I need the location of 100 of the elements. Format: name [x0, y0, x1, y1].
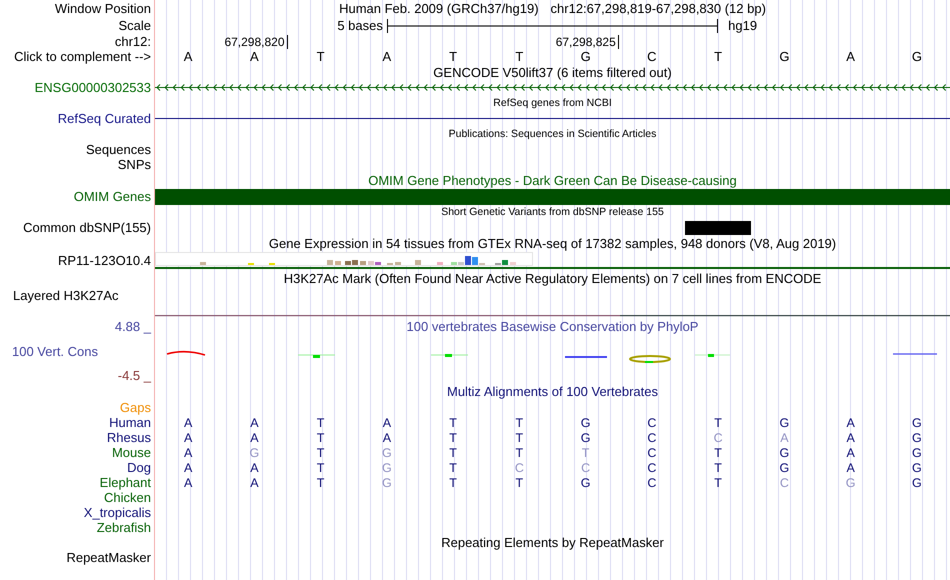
alignment-base: G [780, 460, 790, 474]
alignment-base: T [516, 416, 524, 430]
alignment-base: C [647, 476, 656, 490]
track-title: Gene Expression in 54 tissues from GTEx RNA-seq of 17382 samples, 948 donors (V8, Aug 2019) [268, 237, 836, 251]
alignment-base: T [516, 476, 524, 490]
axis-min-label: -4.5 _ [118, 369, 151, 383]
gene-strand-drawing[interactable] [155, 84, 950, 91]
track-title: OMIM Gene Phenotypes - Dark Green Can Be Disease-causing [368, 174, 737, 188]
track-label[interactable]: RefSeq Curated [58, 112, 151, 126]
track-label[interactable]: Layered H3K27Ac [13, 289, 119, 303]
track-title: 100 vertebrates Basewise Conservation by PhyloP [406, 320, 698, 334]
alignment-base: A [184, 476, 192, 490]
alignment-base: G [780, 416, 790, 430]
alignment-base: T [714, 446, 722, 460]
track-label[interactable]: SNPs [118, 158, 151, 172]
base-letter: A [846, 50, 855, 64]
axis-max-label: 4.88 _ [114, 320, 151, 334]
track-label[interactable]: ENSG00000302533 [34, 80, 151, 94]
alignment-base: T [316, 476, 324, 490]
alignment-base: C [581, 460, 590, 474]
species-label[interactable]: Zebrafish [96, 520, 151, 534]
alignment-base: A [250, 476, 259, 490]
alignment-base: A [184, 416, 192, 430]
alignment-base: G [846, 476, 856, 490]
base-letter: A [184, 50, 192, 64]
track-label[interactable]: RP11-123O10.4 [58, 254, 151, 268]
alignment-base: G [912, 460, 922, 474]
base-letter: C [647, 50, 657, 64]
species-label[interactable]: Mouse [112, 446, 151, 460]
alignment-base: C [647, 430, 656, 444]
ruler-tick-label: 67,298,825 [556, 34, 619, 48]
alignment-base: A [250, 460, 259, 474]
alignment-base: A [250, 430, 259, 444]
species-label[interactable]: Chicken [104, 490, 151, 504]
alignment-base: G [382, 460, 392, 474]
row-label: Scale [118, 18, 151, 32]
base-letter: G [580, 50, 591, 64]
base-letter: G [779, 50, 790, 64]
alignment-base: G [580, 476, 590, 490]
scale-assembly: hg19 [727, 18, 758, 32]
alignment-base: A [846, 460, 855, 474]
track-label[interactable]: RepeatMasker [66, 550, 151, 564]
alignment-base: T [316, 430, 324, 444]
alignment-base: T [449, 416, 457, 430]
species-label[interactable]: Elephant [100, 476, 151, 490]
alignment-base: G [580, 430, 590, 444]
track-title: Publications: Sequences in Scientific Articles [448, 127, 656, 141]
alignment-base: A [382, 416, 392, 430]
base-letter: T [515, 50, 524, 64]
alignment-base: T [582, 446, 590, 460]
alignment-base: T [714, 476, 722, 490]
scale-size: 5 bases [337, 18, 384, 32]
assembly-name: Human Feb. 2009 (GRCh37/hg19) [339, 2, 539, 16]
alignment-base: A [846, 446, 855, 460]
alignment-base: T [316, 446, 324, 460]
omim-gene-bar[interactable] [155, 189, 950, 205]
alignment-base: T [449, 430, 457, 444]
track-label[interactable]: Common dbSNP(155) [23, 221, 151, 235]
alignment-base: A [382, 430, 392, 444]
species-label[interactable]: Rhesus [106, 430, 151, 444]
alignment-base: G [580, 416, 590, 430]
position-text: chr12:67,298,819-67,298,830 (12 bp) [550, 2, 766, 16]
base-letter: A [250, 50, 259, 64]
row-label: Window Position [54, 2, 151, 16]
alignment-base: T [449, 446, 457, 460]
species-label[interactable]: X_tropicalis [84, 506, 151, 520]
alignment-base: T [714, 460, 722, 474]
alignment-base: C [514, 460, 524, 474]
alignment-base: C [647, 446, 656, 460]
complement-toggle[interactable]: Click to complement --> [14, 50, 151, 64]
snp-feature[interactable] [685, 221, 752, 235]
alignment-base: G [912, 416, 922, 430]
species-label[interactable]: Dog [127, 460, 151, 474]
gene-line[interactable] [155, 118, 950, 119]
alignment-base: T [449, 460, 457, 474]
alignment-base: G [250, 446, 260, 460]
base-letter: G [912, 50, 922, 64]
track-title: GENCODE V50lift37 (6 items filtered out) [433, 66, 672, 80]
alignment-base: G [912, 446, 922, 460]
species-label[interactable]: Human [109, 416, 151, 430]
alignment-base: G [382, 446, 392, 460]
alignment-base: C [647, 460, 656, 474]
alignment-base: T [516, 446, 524, 460]
alignment-base: T [316, 460, 324, 474]
base-letter: T [316, 50, 325, 64]
alignment-base: A [846, 430, 855, 444]
alignment-base: A [780, 430, 789, 444]
alignment-base: C [647, 416, 656, 430]
alignment-base: G [780, 446, 790, 460]
track-label[interactable]: OMIM Genes [74, 190, 151, 204]
track-label[interactable]: Sequences [86, 142, 151, 156]
track-label[interactable]: 100 Vert. Cons [12, 344, 98, 358]
track-title: RefSeq genes from NCBI [493, 96, 612, 110]
alignment-base: A [846, 416, 855, 430]
alignment-base: C [714, 430, 723, 444]
alignment-base: G [912, 476, 922, 490]
alignment-base: C [780, 476, 789, 490]
track-title: Repeating Elements by RepeatMasker [441, 536, 664, 550]
alignment-base: A [184, 430, 192, 444]
base-letter: T [449, 50, 458, 64]
